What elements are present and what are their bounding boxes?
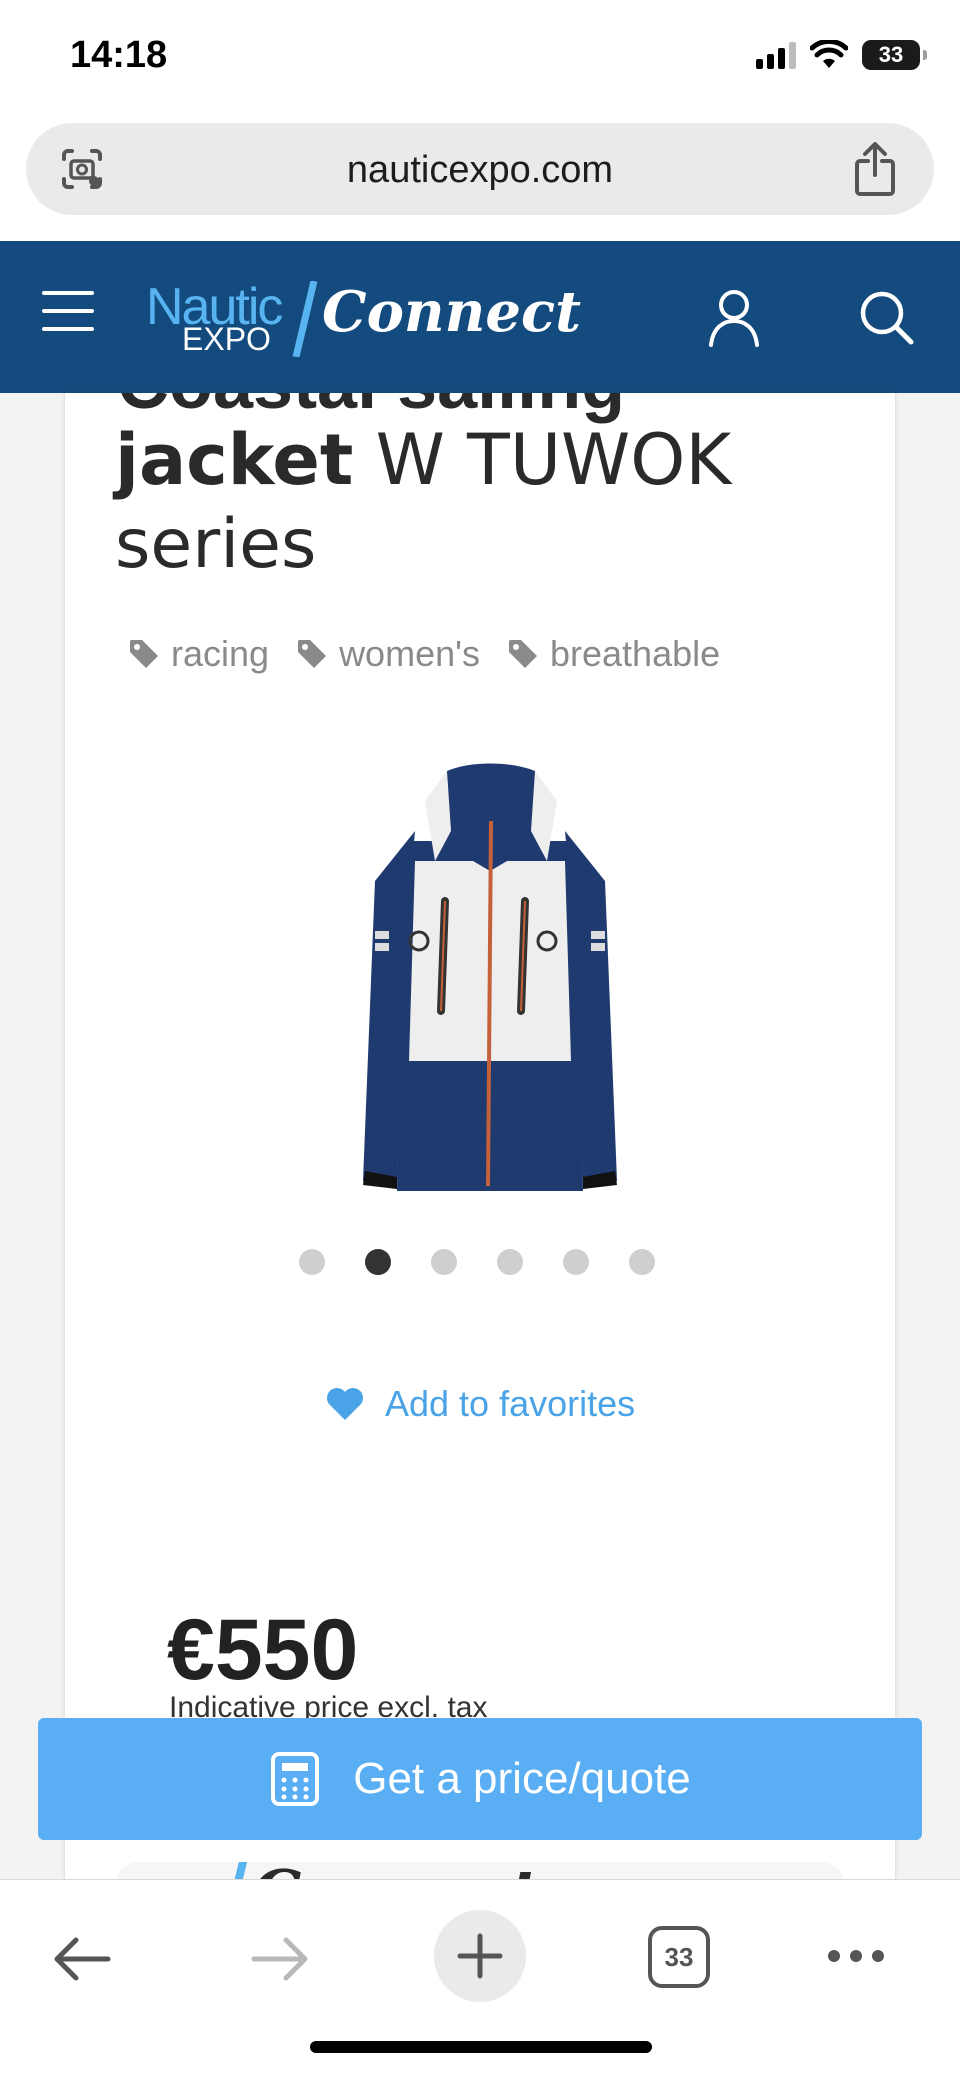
logo-connect: Connect xyxy=(322,279,581,345)
site-logo[interactable]: Nautic EXPO Connect xyxy=(146,277,581,357)
tag-label: breathable xyxy=(550,633,721,674)
product-price: €550 xyxy=(167,1602,359,1698)
carousel-dot[interactable] xyxy=(629,1249,655,1275)
product-title-series: series xyxy=(115,505,317,584)
add-to-favorites-button[interactable]: Add to favorites xyxy=(325,1383,635,1425)
get-quote-button[interactable]: Get a price/quote xyxy=(38,1718,922,1840)
product-card: Coastal sailing jacket W TUWOK series ra… xyxy=(64,393,896,1879)
battery-icon: 33 xyxy=(862,40,927,70)
tag-label: women's xyxy=(339,633,480,674)
tag-icon xyxy=(130,640,158,668)
tag-icon xyxy=(298,640,327,668)
carousel-dot[interactable] xyxy=(563,1249,589,1275)
arrow-right-icon[interactable] xyxy=(250,1934,310,1984)
logo-slash xyxy=(292,281,318,357)
product-title-model: W TUWOK xyxy=(353,419,732,501)
tab-switcher-button[interactable]: 33 xyxy=(648,1926,710,1988)
status-indicators: 33 xyxy=(756,40,927,70)
product-title-bold: jacket xyxy=(115,419,354,501)
tag-womens[interactable]: women's xyxy=(295,633,480,675)
address-bar[interactable]: nauticexpo.com xyxy=(26,123,934,215)
logo-expo: EXPO xyxy=(182,321,271,357)
site-header: Nautic EXPO Connect xyxy=(0,241,960,393)
product-image[interactable] xyxy=(335,761,645,1201)
carousel-dot-active[interactable] xyxy=(365,1249,391,1275)
carousel-dot[interactable] xyxy=(299,1249,325,1275)
product-title: jacket W TUWOK xyxy=(115,419,731,501)
heart-icon xyxy=(327,1388,363,1420)
share-icon[interactable] xyxy=(850,141,900,197)
more-dots-icon[interactable] xyxy=(828,1950,884,1962)
new-tab-button[interactable] xyxy=(434,1910,526,2002)
product-tags: racing women's breathable xyxy=(127,633,720,675)
wifi-icon xyxy=(810,40,848,68)
get-quote-label: Get a price/quote xyxy=(353,1754,691,1803)
user-icon[interactable] xyxy=(706,287,762,347)
battery-level: 33 xyxy=(878,42,904,67)
carousel-dot[interactable] xyxy=(497,1249,523,1275)
status-bar: 14:18 33 xyxy=(0,0,960,118)
add-to-favorites-label: Add to favorites xyxy=(385,1383,636,1424)
cellular-signal-icon xyxy=(756,41,796,69)
calculator-icon xyxy=(271,1752,320,1806)
tag-icon xyxy=(509,640,537,668)
tag-breathable[interactable]: breathable xyxy=(506,633,720,675)
search-icon[interactable] xyxy=(858,289,914,345)
arrow-left-icon[interactable] xyxy=(52,1934,112,1984)
hamburger-menu-icon[interactable] xyxy=(42,291,94,337)
tag-racing[interactable]: racing xyxy=(127,633,269,675)
home-indicator xyxy=(310,2041,652,2053)
plus-icon xyxy=(457,1933,503,1979)
carousel-dot[interactable] xyxy=(431,1249,457,1275)
url-text[interactable]: nauticexpo.com xyxy=(26,149,934,192)
tag-label: racing xyxy=(171,633,270,674)
status-time: 14:18 xyxy=(70,34,168,76)
carousel-dots xyxy=(299,1249,655,1275)
